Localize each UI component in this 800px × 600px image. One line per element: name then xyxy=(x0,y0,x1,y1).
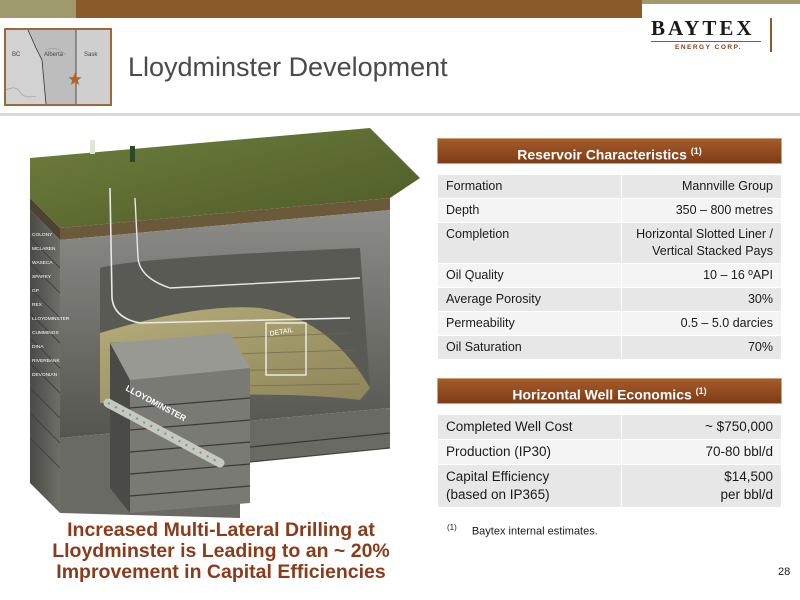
layer-label: CUMMINGS xyxy=(32,330,59,336)
row-label: Oil Saturation xyxy=(437,335,622,360)
reservoir-table: Formation Mannville Group Depth 350 – 80… xyxy=(437,174,782,360)
caption-line: Improvement in Capital Efficiencies xyxy=(56,561,386,583)
economics-note: (1) xyxy=(695,386,707,396)
table-row: Average Porosity 30% xyxy=(437,287,782,312)
footnote-text: Baytex internal estimates. xyxy=(471,525,598,538)
row-value-line: Vertical Stacked Pays xyxy=(652,244,773,258)
row-value-line: $14,500 xyxy=(724,469,773,484)
logo-subtitle: ENERGY CORP. xyxy=(675,44,742,51)
row-value: 70-80 bbl/d xyxy=(621,439,782,465)
row-label: Oil Quality xyxy=(437,263,622,288)
table-row: Formation Mannville Group xyxy=(437,174,782,199)
layer-label: REX xyxy=(32,302,43,308)
row-label: Completed Well Cost xyxy=(437,414,622,440)
table-row: Production (IP30) 70-80 bbl/d xyxy=(437,439,782,465)
wellhead-2 xyxy=(130,146,135,162)
page-number: 28 xyxy=(778,566,791,578)
logo-rule xyxy=(651,41,761,42)
footnote-marker: (1) xyxy=(447,523,457,532)
map-label-alberta: Alberta xyxy=(44,52,64,58)
row-value: 0.5 – 5.0 darcies xyxy=(621,311,782,336)
row-label-line: Capital Efficiency xyxy=(446,469,550,484)
logo-name: BAYTEX xyxy=(651,16,755,40)
top-bar-olive xyxy=(0,0,76,18)
layer-label: DINA xyxy=(32,344,44,350)
table-row: Oil Saturation 70% xyxy=(437,335,782,360)
row-label: Depth xyxy=(437,198,622,223)
reservoir-header: Reservoir Characteristics (1) xyxy=(437,138,782,164)
table-row: Permeability 0.5 – 5.0 darcies xyxy=(437,311,782,336)
layer-label: SPARKY xyxy=(32,274,52,280)
reservoir-cutaway-illustration: DETAIL LLOYDMINSTER COLONY MCLAREN WASEC… xyxy=(30,128,420,518)
top-bar-brown xyxy=(76,0,642,18)
reservoir-title: Reservoir Characteristics xyxy=(517,146,687,163)
caption: Increased Multi-Lateral Drilling at Lloy… xyxy=(30,520,412,583)
economics-table: Completed Well Cost ~ $750,000 Productio… xyxy=(437,414,782,508)
row-value: $14,500 per bbl/d xyxy=(621,464,782,508)
row-value: Horizontal Slotted Liner / Vertical Stac… xyxy=(621,222,782,264)
map-label-bc: BC xyxy=(12,52,21,58)
location-map: BC Alberta Sask xyxy=(4,28,112,106)
layer-label: GP xyxy=(32,288,39,294)
row-label: Capital Efficiency (based on IP365) xyxy=(437,464,622,508)
table-row: Capital Efficiency (based on IP365) $14,… xyxy=(437,464,782,508)
table-row: Completion Horizontal Slotted Liner / Ve… xyxy=(437,222,782,264)
layer-label: MCLAREN xyxy=(32,246,56,252)
row-value-line: Horizontal Slotted Liner / xyxy=(636,227,773,241)
layer-label: DEVONIAN xyxy=(32,372,58,378)
row-label-line: (based on IP365) xyxy=(446,487,550,502)
row-label: Formation xyxy=(437,174,622,199)
row-value: 350 – 800 metres xyxy=(621,198,782,223)
row-label: Production (IP30) xyxy=(437,439,622,465)
layer-label: WASECA xyxy=(32,260,53,266)
row-value: ~ $750,000 xyxy=(621,414,782,440)
row-value: 30% xyxy=(621,287,782,312)
map-label-sask: Sask xyxy=(84,52,98,58)
company-logo: BAYTEX ENERGY CORP. xyxy=(645,8,775,56)
logo-side-rule xyxy=(770,18,772,52)
page-title: Lloydminster Development xyxy=(128,52,448,82)
row-label: Completion xyxy=(437,222,622,264)
layer-label: LLOYDMINSTER xyxy=(32,316,70,322)
row-value: Mannville Group xyxy=(621,174,782,199)
map-graphic xyxy=(6,30,110,104)
reservoir-note: (1) xyxy=(690,146,702,156)
row-value-line: per bbl/d xyxy=(720,487,773,502)
wellhead-1 xyxy=(90,140,95,154)
top-bar-olive-right xyxy=(642,0,800,4)
table-row: Completed Well Cost ~ $750,000 xyxy=(437,414,782,440)
title-divider xyxy=(0,113,800,116)
layer-label: COLONY xyxy=(32,232,53,238)
row-label: Average Porosity xyxy=(437,287,622,312)
star-icon xyxy=(68,72,82,85)
layer-label: RIVERBANK xyxy=(32,358,61,364)
row-value: 70% xyxy=(621,335,782,360)
caption-line: Lloydminster is Leading to an ~ 20% xyxy=(52,540,390,562)
caption-line: Increased Multi-Lateral Drilling at xyxy=(67,519,375,541)
economics-title: Horizontal Well Economics xyxy=(512,386,692,403)
table-row: Depth 350 – 800 metres xyxy=(437,198,782,223)
table-row: Oil Quality 10 – 16 ºAPI xyxy=(437,263,782,288)
footnote: (1) Baytex internal estimates. xyxy=(447,523,598,538)
economics-header: Horizontal Well Economics (1) xyxy=(437,378,782,404)
row-value: 10 – 16 ºAPI xyxy=(621,263,782,288)
row-label: Permeability xyxy=(437,311,622,336)
